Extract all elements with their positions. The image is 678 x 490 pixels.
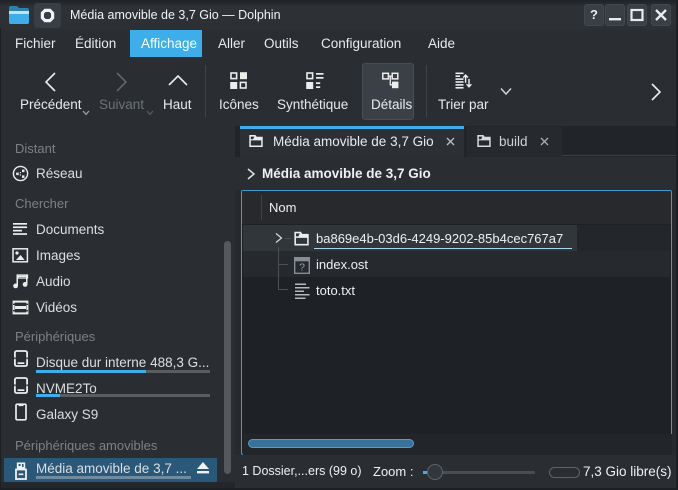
svg-text:?: ? <box>299 262 305 274</box>
